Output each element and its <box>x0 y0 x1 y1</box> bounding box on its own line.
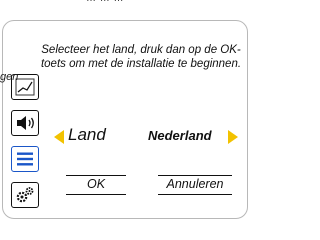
land-value: Nederland <box>148 128 212 143</box>
arrow-left-icon <box>54 129 64 144</box>
cancel-button[interactable]: Annuleren <box>158 175 232 197</box>
land-next-arrow[interactable] <box>228 128 238 146</box>
settings-button[interactable] <box>11 182 39 208</box>
ok-button-label: OK <box>86 177 106 191</box>
top-partial-text: … … … <box>86 0 124 4</box>
settings-icon <box>16 187 34 203</box>
instruction-text: Selecteer het land, druk dan op de OK-to… <box>40 44 242 70</box>
menu-button[interactable] <box>11 146 39 172</box>
volume-button[interactable] <box>11 110 39 136</box>
arrow-right-icon <box>228 129 238 144</box>
side-partial-label: gen <box>0 71 19 83</box>
cancel-button-label: Annuleren <box>166 177 224 191</box>
speaker-icon <box>17 116 34 130</box>
ok-button-bottom-line <box>66 194 126 195</box>
land-prev-arrow[interactable] <box>54 128 64 146</box>
land-label: Land <box>68 125 106 144</box>
cancel-button-bottom-line <box>158 194 232 195</box>
ok-button[interactable]: OK <box>66 175 126 197</box>
menu-icon <box>17 152 33 166</box>
